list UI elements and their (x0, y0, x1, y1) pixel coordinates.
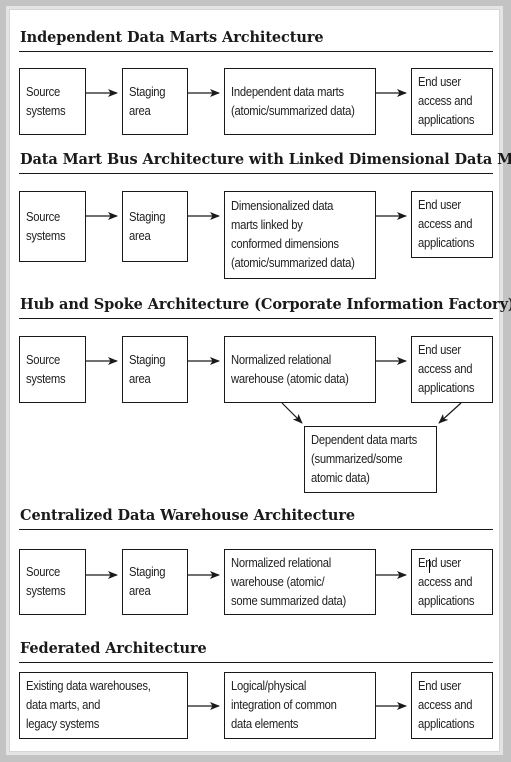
box-label: End user access and applications (418, 198, 475, 250)
box-end-user: End user access and applications (411, 191, 493, 258)
box-normalized-warehouse: Normalized relational warehouse (atomic … (224, 336, 376, 403)
box-end-user: End user access and applications (411, 672, 493, 739)
box-label: Source systems (26, 565, 66, 598)
box-label: Source systems (26, 209, 66, 243)
section-title-centralized: Centralized Data Warehouse Architecture (20, 507, 356, 524)
box-staging-area: Staging area (122, 549, 188, 615)
box-label: Staging area (129, 209, 166, 243)
box-label: Source systems (26, 84, 66, 118)
box-source-systems: Source systems (19, 68, 86, 135)
section-title-data-mart-bus: Data Mart Bus Architecture with Linked D… (20, 151, 511, 168)
box-end-user: End user access and applications (411, 549, 493, 615)
box-normalized-warehouse: Normalized relational warehouse (atomic/… (224, 549, 376, 615)
box-label: Staging area (129, 352, 166, 386)
section-rule (19, 173, 493, 174)
box-label: End user access and applications (418, 343, 475, 395)
box-independent-data-marts: Independent data marts (atomic/summarize… (224, 68, 376, 135)
box-existing-systems: Existing data warehouses, data marts, an… (19, 672, 188, 739)
box-label: Existing data warehouses, data marts, an… (26, 679, 151, 731)
box-label: Dependent data marts (summarized/some at… (311, 433, 417, 485)
box-end-user: End user access and applications (411, 68, 493, 135)
section-rule (19, 662, 493, 663)
box-label: Independent data marts (atomic/summarize… (231, 84, 355, 118)
section-title-hub-and-spoke: Hub and Spoke Architecture (Corporate In… (20, 296, 511, 313)
box-label: Normalized relational warehouse (atomic … (231, 352, 349, 386)
box-logical-physical-integration: Logical/physical integration of common d… (224, 672, 376, 739)
section-rule (19, 318, 493, 319)
section-rule (19, 51, 493, 52)
section-title-federated: Federated Architecture (20, 640, 207, 657)
box-label: Staging area (129, 84, 166, 118)
box-end-user: End user access and applications (411, 336, 493, 403)
box-staging-area: Staging area (122, 68, 188, 135)
box-source-systems: Source systems (19, 549, 86, 615)
box-label: Normalized relational warehouse (atomic/… (231, 555, 347, 608)
box-label: Logical/physical integration of common d… (231, 679, 337, 731)
box-source-systems: Source systems (19, 336, 86, 403)
box-label: Staging area (129, 565, 166, 598)
box-staging-area: Staging area (122, 336, 188, 403)
text-cursor-caret (429, 559, 430, 573)
box-dependent-data-marts: Dependent data marts (summarized/some at… (304, 426, 437, 493)
section-title-independent: Independent Data Marts Architecture (20, 29, 324, 46)
box-label: End user access and applications (418, 75, 475, 127)
box-source-systems: Source systems (19, 191, 86, 262)
section-rule (19, 529, 493, 530)
box-label: Source systems (26, 352, 66, 386)
box-label: End user access and applications (418, 555, 475, 608)
box-dimensionalized-data-marts: Dimensionalized data marts linked by con… (224, 191, 376, 279)
box-label: Dimensionalized data marts linked by con… (231, 199, 355, 270)
box-staging-area: Staging area (122, 191, 188, 262)
box-label: End user access and applications (418, 679, 475, 731)
